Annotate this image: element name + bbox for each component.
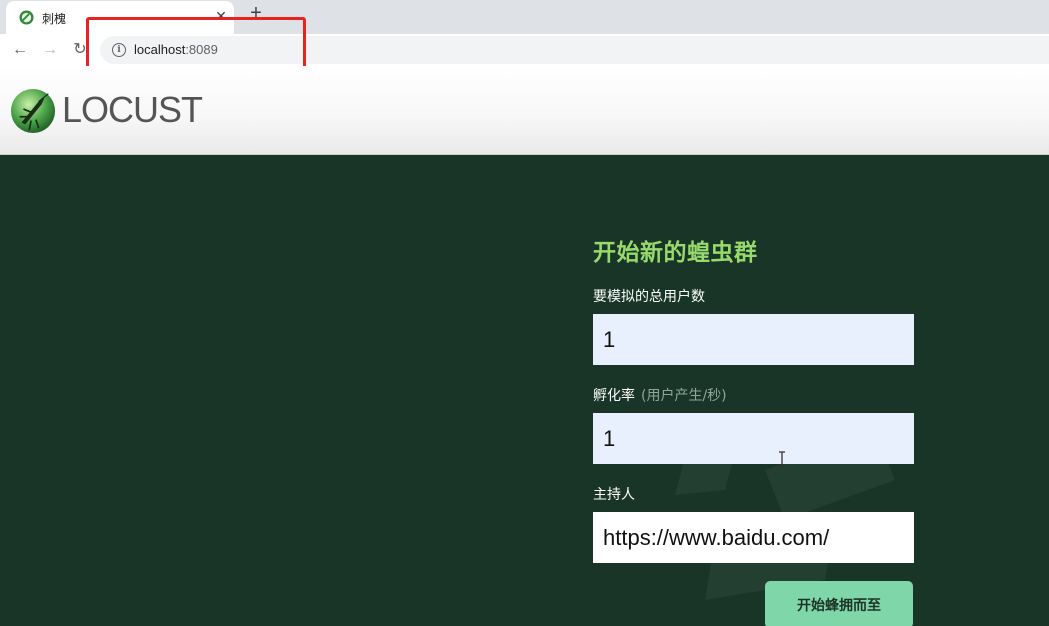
forward-icon[interactable]: → <box>38 38 62 62</box>
reload-icon[interactable]: ↻ <box>68 38 92 62</box>
site-header: LOCUST <box>0 66 1049 155</box>
url-host: localhost <box>134 42 186 57</box>
host-label: 主持人 <box>593 487 635 503</box>
host-input[interactable] <box>593 512 914 563</box>
users-input[interactable] <box>593 314 914 365</box>
text-cursor-icon <box>779 451 785 467</box>
users-label: 要模拟的总用户数 <box>593 289 705 305</box>
url-port: :8089 <box>185 42 218 57</box>
locust-favicon-icon <box>19 10 34 25</box>
url-text: localhost:8089 <box>134 42 218 57</box>
back-icon[interactable]: ← <box>8 38 32 62</box>
rate-input[interactable] <box>593 413 914 464</box>
close-tab-icon[interactable]: ✕ <box>211 6 231 26</box>
new-tab-icon[interactable]: + <box>244 2 268 26</box>
locust-logo-text: LOCUST <box>62 89 203 130</box>
site-info-icon[interactable]: i <box>112 43 126 57</box>
tab-title: 刺槐 <box>42 12 67 26</box>
start-swarming-button[interactable]: 开始蜂拥而至 <box>765 581 913 626</box>
locust-logo-icon <box>10 88 56 134</box>
rate-label: 孵化率 (用户产生/秒) <box>593 385 727 405</box>
form-title: 开始新的蝗虫群 <box>593 240 758 266</box>
browser-tab-bar: 刺槐 ✕ + <box>0 0 1049 34</box>
rate-hint: (用户产生/秒) <box>641 388 727 404</box>
main-content: 开始新的蝗虫群 要模拟的总用户数 孵化率 (用户产生/秒) 主持人 开始蜂拥而至 <box>0 155 1049 626</box>
address-bar[interactable]: i localhost:8089 <box>100 36 1049 64</box>
rate-label-text: 孵化率 <box>593 388 635 404</box>
browser-tab[interactable]: 刺槐 ✕ <box>6 1 234 34</box>
browser-toolbar: ← → ↻ i localhost:8089 <box>0 34 1049 66</box>
